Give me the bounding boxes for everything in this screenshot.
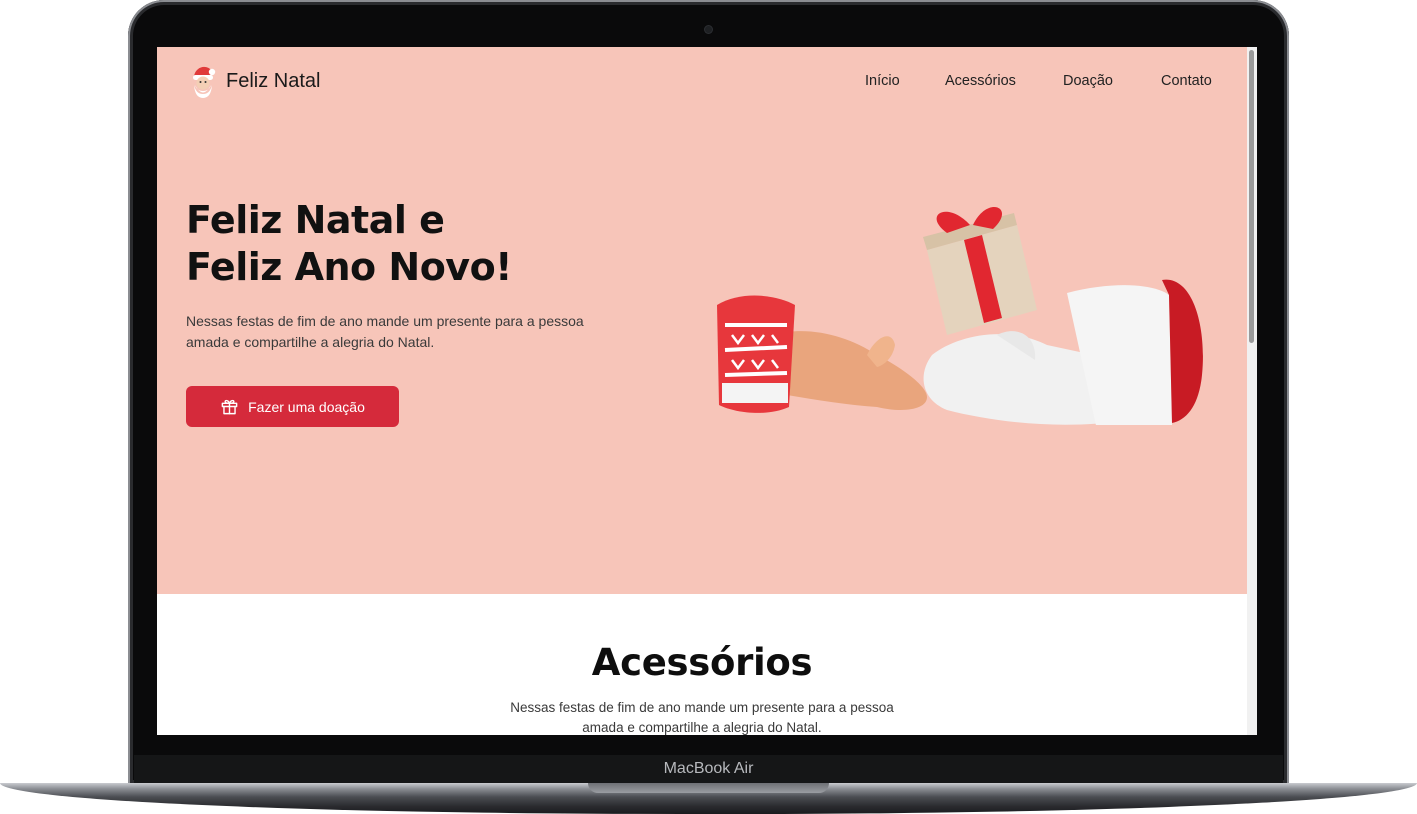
- accessories-title: Acessórios: [591, 641, 813, 684]
- main-nav: Início Acessórios Doação Contato: [157, 73, 1247, 93]
- hero-title-line-2: Feliz Ano Novo!: [186, 245, 513, 289]
- vertical-scrollbar[interactable]: [1247, 47, 1257, 735]
- nav-link-acessorios[interactable]: Acessórios: [945, 73, 1016, 89]
- nav-link-doacao[interactable]: Doação: [1063, 73, 1113, 89]
- scrollbar-thumb[interactable]: [1249, 50, 1254, 343]
- gift-box-illustration: [923, 207, 1037, 335]
- laptop-chin: MacBook Air: [134, 755, 1283, 783]
- nav-link-inicio[interactable]: Início: [865, 73, 900, 89]
- donate-button[interactable]: Fazer uma doação: [186, 386, 399, 427]
- hands-gift-illustration: [717, 207, 1203, 425]
- browser-viewport: Feliz Natal Início Acessórios Doação Con…: [157, 47, 1257, 735]
- donate-button-label: Fazer uma doação: [248, 398, 365, 415]
- accessories-description: Nessas festas de fim de ano mande um pre…: [510, 700, 894, 735]
- left-hand-illustration: [717, 295, 927, 413]
- hero-title-line-1: Feliz Natal e: [186, 198, 445, 242]
- hero-title: Feliz Natal e Feliz Ano Novo!: [186, 197, 513, 291]
- hero-description: Nessas festas de fim de ano mande um pre…: [186, 313, 584, 350]
- camera-dot: [705, 26, 712, 33]
- laptop-notch: [588, 783, 829, 793]
- gift-icon: [221, 399, 238, 415]
- device-label: MacBook Air: [663, 760, 754, 777]
- nav-link-contato[interactable]: Contato: [1161, 73, 1212, 89]
- hero-section: Feliz Natal Início Acessórios Doação Con…: [157, 47, 1247, 594]
